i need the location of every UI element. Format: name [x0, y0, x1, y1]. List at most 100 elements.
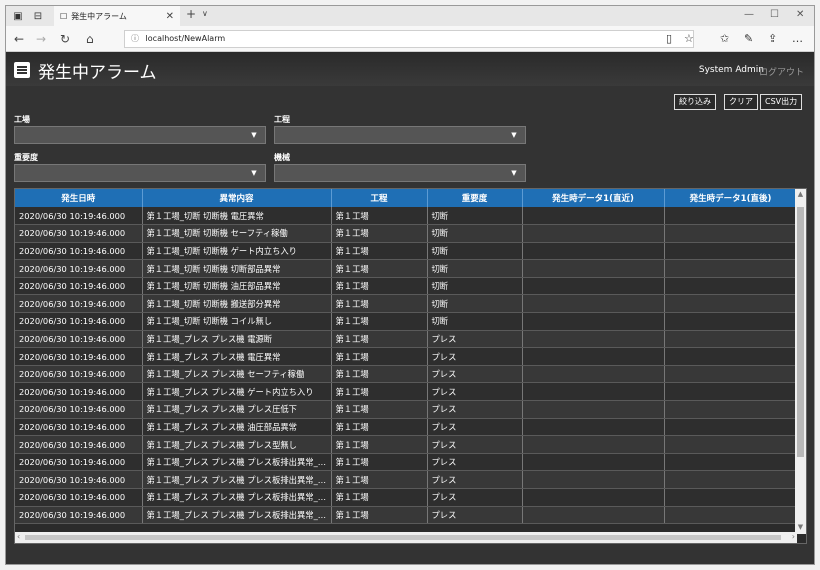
- tab-preview-icon[interactable]: ⊟: [30, 9, 46, 23]
- close-tab-icon[interactable]: ✕: [166, 11, 174, 22]
- favorites-icon[interactable]: ✩: [720, 32, 729, 45]
- severity-select[interactable]: ▼: [14, 164, 266, 182]
- table-row[interactable]: 2020/06/30 10:19:46.000 第１工場_プレス プレス機 プレス…: [15, 470, 798, 489]
- close-window-icon[interactable]: ✕: [796, 9, 804, 20]
- table-cell: 第１工場: [331, 259, 428, 278]
- table-row[interactable]: 2020/06/30 10:19:46.000 第１工場_切断 切断機 切断部品異…: [15, 259, 798, 278]
- machine-select[interactable]: ▼: [274, 164, 526, 182]
- table-cell: 2020/06/30 10:19:46.000: [15, 259, 143, 278]
- table-row[interactable]: 2020/06/30 10:19:46.000 第１工場_切断 切断機 コイル無し…: [15, 312, 798, 331]
- table-cell: [522, 294, 665, 314]
- csv-export-button[interactable]: CSV出力: [760, 94, 803, 110]
- table-cell: プレス: [427, 418, 523, 437]
- factory-label: 工場: [14, 115, 30, 124]
- browser-window: ▣ ⊟ ☐ 発生中アラーム ✕ + ∨ — ☐ ✕ ← → ↻ ⌂ ⓘ loca…: [5, 5, 815, 565]
- filter-button[interactable]: 絞り込み: [674, 94, 716, 110]
- menu-icon[interactable]: [14, 62, 30, 78]
- table-cell: プレス: [427, 347, 523, 366]
- more-icon[interactable]: …: [792, 32, 803, 45]
- table-cell: 第１工場: [331, 224, 428, 243]
- table-cell: [522, 277, 665, 296]
- table-cell: 第１工場_プレス プレス機 プレス板排出異常_…: [142, 488, 332, 507]
- table-cell: [522, 259, 665, 278]
- column-header[interactable]: 発生日時: [15, 189, 143, 207]
- table-cell: 第１工場_切断 切断機 セーフティ稼働: [142, 224, 332, 243]
- table-row[interactable]: 2020/06/30 10:19:46.000 第１工場_切断 切断機 セーフティ…: [15, 224, 798, 243]
- table-cell: プレス: [427, 365, 523, 384]
- table-cell: 2020/06/30 10:19:46.000: [15, 277, 143, 296]
- column-header[interactable]: 発生時データ1(直後): [664, 189, 798, 207]
- table-cell: 2020/06/30 10:19:46.000: [15, 382, 143, 402]
- table-cell: [664, 224, 798, 243]
- factory-select[interactable]: ▼: [14, 126, 266, 144]
- logout-link[interactable]: ログアウト: [759, 65, 804, 78]
- vertical-scrollbar[interactable]: ▲ ▼: [795, 189, 806, 534]
- vertical-scroll-thumb[interactable]: [797, 207, 804, 457]
- table-row[interactable]: 2020/06/30 10:19:46.000 第１工場_プレス プレス機 プレス…: [15, 506, 798, 525]
- share-icon[interactable]: ⇪: [768, 32, 777, 45]
- clear-button[interactable]: クリア: [724, 94, 758, 110]
- table-cell: 切断: [427, 207, 523, 226]
- table-row[interactable]: 2020/06/30 10:19:46.000 第１工場_切断 切断機 油圧部品異…: [15, 277, 798, 296]
- dropdown-arrow-icon: ▼: [511, 169, 517, 177]
- horizontal-scrollbar[interactable]: ‹ ›: [15, 532, 797, 543]
- table-cell: [664, 294, 798, 314]
- table-cell: 第１工場_切断 切断機 コイル無し: [142, 312, 332, 331]
- maximize-icon[interactable]: ☐: [770, 9, 779, 20]
- favorite-star-icon[interactable]: ☆: [684, 32, 694, 45]
- pen-icon[interactable]: ✎: [744, 32, 753, 45]
- scroll-up-icon[interactable]: ▲: [795, 190, 806, 200]
- table-cell: [664, 259, 798, 278]
- process-select[interactable]: ▼: [274, 126, 526, 144]
- table-row[interactable]: 2020/06/30 10:19:46.000 第１工場_切断 切断機 搬送部分異…: [15, 294, 798, 314]
- column-header[interactable]: 重要度: [427, 189, 523, 207]
- table-row[interactable]: 2020/06/30 10:19:46.000 第１工場_切断 切断機 電圧異常第…: [15, 207, 798, 226]
- table-cell: 第１工場: [331, 347, 428, 366]
- table-row[interactable]: 2020/06/30 10:19:46.000 第１工場_切断 切断機 ゲート内立…: [15, 242, 798, 261]
- table-cell: 2020/06/30 10:19:46.000: [15, 330, 143, 349]
- home-icon[interactable]: ⌂: [86, 32, 94, 46]
- table-cell: 2020/06/30 10:19:46.000: [15, 294, 143, 314]
- table-cell: 2020/06/30 10:19:46.000: [15, 242, 143, 261]
- table-row[interactable]: 2020/06/30 10:19:46.000 第１工場_プレス プレス機 電源断…: [15, 330, 798, 349]
- table-cell: 第１工場: [331, 207, 428, 226]
- table-row[interactable]: 2020/06/30 10:19:46.000 第１工場_プレス プレス機 プレス…: [15, 488, 798, 507]
- table-cell: 第１工場: [331, 470, 428, 489]
- url-field[interactable]: ⓘ localhost/NewAlarm: [124, 30, 694, 48]
- column-header[interactable]: 発生時データ1(直近): [522, 189, 665, 207]
- table-row[interactable]: 2020/06/30 10:19:46.000 第１工場_プレス プレス機 油圧部…: [15, 418, 798, 437]
- table-cell: 第１工場_切断 切断機 油圧部品異常: [142, 277, 332, 296]
- table-row[interactable]: 2020/06/30 10:19:46.000 第１工場_プレス プレス機 電圧異…: [15, 347, 798, 366]
- forward-icon[interactable]: →: [36, 32, 46, 46]
- table-cell: 2020/06/30 10:19:46.000: [15, 224, 143, 243]
- column-header[interactable]: 異常内容: [142, 189, 332, 207]
- process-label: 工程: [274, 115, 290, 124]
- new-tab-icon[interactable]: +: [186, 7, 196, 21]
- table-cell: 第１工場: [331, 453, 428, 472]
- scroll-left-icon[interactable]: ‹: [17, 532, 20, 541]
- table-cell: 第１工場_プレス プレス機 電源断: [142, 330, 332, 349]
- site-info-icon[interactable]: ⓘ: [131, 34, 139, 43]
- reading-view-icon[interactable]: ▯: [666, 32, 672, 45]
- chevron-down-icon[interactable]: ∨: [202, 9, 208, 18]
- table-row[interactable]: 2020/06/30 10:19:46.000 第１工場_プレス プレス機 プレス…: [15, 400, 798, 419]
- table-row[interactable]: 2020/06/30 10:19:46.000 第１工場_プレス プレス機 セーフ…: [15, 365, 798, 384]
- horizontal-scroll-thumb[interactable]: [25, 535, 781, 540]
- table-cell: 2020/06/30 10:19:46.000: [15, 418, 143, 437]
- table-cell: [664, 453, 798, 472]
- table-cell: [664, 488, 798, 507]
- minimize-icon[interactable]: —: [744, 9, 754, 20]
- table-cell: プレス: [427, 470, 523, 489]
- address-bar: ← → ↻ ⌂ ⓘ localhost/NewAlarm ▯ ☆ ✩ ✎ ⇪ …: [6, 26, 814, 52]
- browser-tab[interactable]: ☐ 発生中アラーム ✕: [54, 6, 180, 26]
- refresh-icon[interactable]: ↻: [60, 32, 70, 46]
- table-row[interactable]: 2020/06/30 10:19:46.000 第１工場_プレス プレス機 プレス…: [15, 453, 798, 472]
- dropdown-arrow-icon: ▼: [251, 169, 257, 177]
- column-header[interactable]: 工程: [331, 189, 428, 207]
- tab-actions-icon[interactable]: ▣: [10, 9, 26, 23]
- table-cell: 第１工場: [331, 506, 428, 525]
- table-row[interactable]: 2020/06/30 10:19:46.000 第１工場_プレス プレス機 プレス…: [15, 435, 798, 454]
- back-icon[interactable]: ←: [14, 32, 24, 46]
- table-row[interactable]: 2020/06/30 10:19:46.000 第１工場_プレス プレス機 ゲート…: [15, 382, 798, 402]
- scroll-right-icon[interactable]: ›: [792, 532, 795, 541]
